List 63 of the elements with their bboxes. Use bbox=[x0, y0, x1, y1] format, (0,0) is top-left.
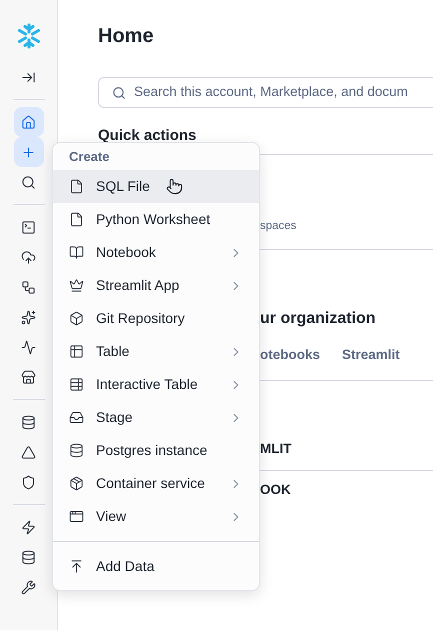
menu-item[interactable]: View bbox=[53, 500, 259, 533]
snowflake-logo-icon bbox=[16, 23, 42, 49]
hand-cursor-icon bbox=[166, 178, 183, 195]
tray-icon bbox=[69, 410, 84, 425]
shield-icon bbox=[21, 474, 36, 490]
menu-item-label: Postgres instance bbox=[96, 441, 208, 460]
search-icon bbox=[21, 174, 36, 190]
table-icon bbox=[69, 344, 84, 359]
tab[interactable]: Streamlit bbox=[342, 345, 400, 366]
menu-item[interactable]: Add Data bbox=[53, 550, 259, 583]
menu-heading: Create bbox=[68, 150, 110, 164]
row-title: MLIT bbox=[260, 440, 292, 458]
sparkles-icon bbox=[21, 310, 36, 324]
menu-item-label: Interactive Table bbox=[96, 375, 198, 394]
wrench-icon bbox=[21, 580, 36, 594]
menu-item[interactable]: Table bbox=[53, 335, 259, 368]
crown-icon bbox=[69, 278, 84, 293]
menu-item[interactable]: Container service bbox=[53, 467, 259, 500]
menu-item[interactable]: SQL File bbox=[53, 170, 259, 203]
plus-icon bbox=[21, 144, 36, 160]
menu-item[interactable]: Notebook bbox=[53, 236, 259, 269]
collapse-toggle-icon bbox=[21, 70, 36, 84]
notebook-icon bbox=[69, 245, 84, 260]
menu-item-label: Stage bbox=[96, 408, 133, 427]
menu-item[interactable]: Stage bbox=[53, 401, 259, 434]
description-text: spaces bbox=[260, 219, 296, 234]
menu-item-label: Streamlit App bbox=[96, 276, 180, 295]
tab[interactable]: otebooks bbox=[260, 345, 320, 366]
cloud-upload-icon bbox=[21, 250, 36, 264]
menu-item-label: SQL File bbox=[96, 177, 150, 196]
menu-item-label: Notebook bbox=[96, 243, 156, 262]
menu-item-label: Table bbox=[96, 342, 130, 361]
menu-item[interactable]: Git Repository bbox=[53, 302, 259, 335]
store-icon bbox=[21, 370, 36, 384]
menu-item[interactable]: Python Worksheet bbox=[53, 203, 259, 236]
section-heading: Quick actions bbox=[98, 128, 196, 144]
menu-item[interactable]: Postgres instance bbox=[53, 434, 259, 467]
search-icon bbox=[112, 86, 126, 100]
terminal-icon bbox=[21, 220, 36, 234]
pulse-icon bbox=[21, 340, 36, 354]
menu-item-label: Python Worksheet bbox=[96, 210, 210, 229]
file-icon bbox=[69, 212, 84, 227]
search-placeholder: Search this account, Marketplace, and docum bbox=[134, 83, 408, 102]
section-heading: ur organization bbox=[260, 309, 376, 330]
lightning-icon bbox=[21, 520, 36, 534]
menu-item-label: Container service bbox=[96, 474, 205, 493]
menu-item[interactable]: Streamlit App bbox=[53, 269, 259, 302]
search-field[interactable]: Search this account, Marketplace, and docum bbox=[98, 77, 433, 108]
database-icon bbox=[21, 414, 36, 430]
menu-item[interactable]: Interactive Table bbox=[53, 368, 259, 401]
window-icon bbox=[69, 509, 84, 524]
cube-icon bbox=[69, 476, 84, 491]
home-icon bbox=[21, 114, 36, 130]
page-title: Home bbox=[98, 24, 155, 48]
upload-icon bbox=[69, 559, 84, 574]
menu-item-label: View bbox=[96, 507, 126, 526]
table-icon bbox=[69, 377, 84, 392]
file-icon bbox=[69, 179, 84, 194]
menu-item-label: Git Repository bbox=[96, 309, 185, 328]
menu-item-label: Add Data bbox=[96, 557, 154, 576]
nodes-icon bbox=[21, 280, 36, 294]
row-title: OOK bbox=[260, 481, 291, 500]
triangle-icon bbox=[21, 444, 36, 460]
